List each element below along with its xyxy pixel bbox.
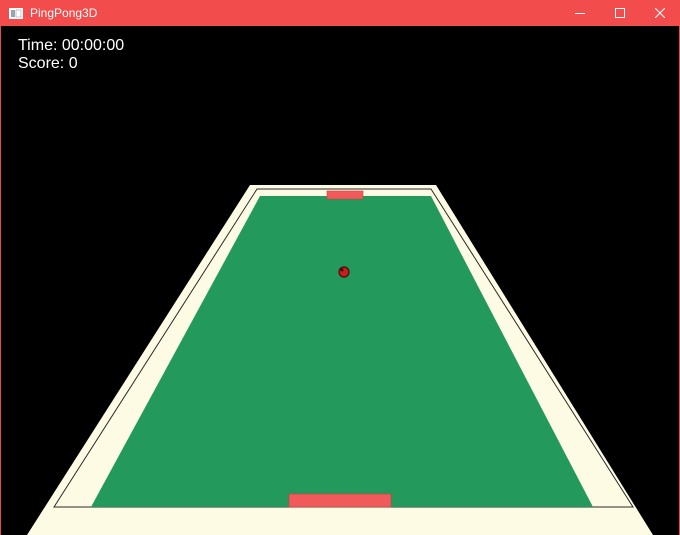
ball (338, 266, 350, 278)
window-controls (560, 0, 680, 26)
game-scene (27, 185, 653, 535)
minimize-button[interactable] (560, 0, 600, 26)
maximize-button[interactable] (600, 0, 640, 26)
game-window: PingPong3D Time: 00:00:00 Score: 0 (0, 0, 680, 535)
title-bar[interactable]: PingPong3D (0, 0, 680, 26)
minimize-icon (575, 13, 585, 14)
player-paddle[interactable] (288, 493, 392, 508)
window-app-icon (8, 5, 24, 21)
close-icon (655, 8, 665, 18)
close-button[interactable] (640, 0, 680, 26)
game-viewport[interactable]: Time: 00:00:00 Score: 0 (1, 26, 679, 535)
ball-shadow-mark (340, 268, 344, 272)
hud: Time: 00:00:00 Score: 0 (18, 37, 124, 73)
score-label: Score: 0 (18, 55, 78, 72)
window-title: PingPong3D (30, 6, 98, 20)
opponent-paddle (326, 190, 364, 200)
maximize-icon (615, 8, 625, 18)
time-label: Time: 00:00:00 (18, 37, 125, 54)
